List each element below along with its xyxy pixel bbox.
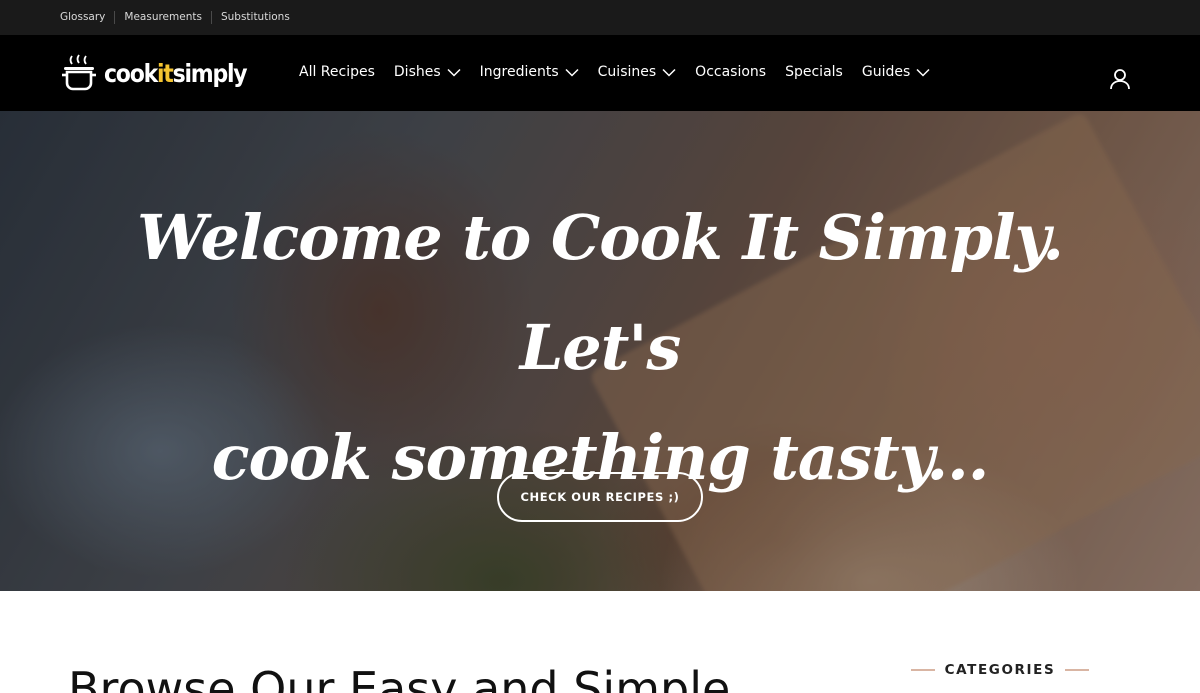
cooking-pot-icon bbox=[62, 54, 96, 91]
chevron-down-icon bbox=[447, 68, 461, 77]
logo-wordmark: cookitsimply bbox=[104, 58, 248, 88]
hero-title: Welcome to Cook It Simply. Let's cook so… bbox=[100, 183, 1100, 513]
site-logo[interactable]: cookitsimply bbox=[60, 53, 266, 93]
nav-item-cuisines[interactable]: Cuisines bbox=[598, 64, 677, 80]
nav-item-all-recipes[interactable]: All Recipes bbox=[299, 64, 375, 80]
chevron-down-icon bbox=[916, 68, 930, 77]
check-recipes-button[interactable]: CHECK OUR RECIPES ;) bbox=[497, 472, 703, 522]
nav-item-label: Dishes bbox=[393, 64, 441, 80]
logo-text-simply: simply bbox=[172, 58, 248, 88]
heading-divider-left bbox=[911, 669, 935, 671]
hero-title-line-1: Welcome to Cook It Simply. Let's bbox=[136, 201, 1064, 384]
nav-item-occasions[interactable]: Occasions bbox=[695, 64, 766, 80]
logo-text-it: it bbox=[156, 58, 174, 88]
nav-item-ingredients[interactable]: Ingredients bbox=[480, 64, 579, 80]
nav-item-label: Cuisines bbox=[597, 64, 657, 80]
nav-item-guides[interactable]: Guides bbox=[862, 64, 930, 80]
top-utility-bar: Glossary Measurements Substitutions bbox=[0, 0, 1200, 35]
nav-item-label: Guides bbox=[861, 64, 911, 80]
utility-links: Glossary Measurements Substitutions bbox=[60, 0, 299, 35]
nav-item-label: All Recipes bbox=[299, 64, 375, 80]
substitutions-link[interactable]: Substitutions bbox=[210, 11, 299, 24]
user-icon[interactable] bbox=[1108, 67, 1132, 91]
categories-heading-label: CATEGORIES bbox=[944, 662, 1056, 678]
glossary-link[interactable]: Glossary bbox=[60, 11, 114, 24]
measurements-link[interactable]: Measurements bbox=[114, 11, 211, 24]
chevron-down-icon bbox=[565, 68, 579, 77]
hero-banner: Welcome to Cook It Simply. Let's cook so… bbox=[0, 111, 1200, 591]
primary-menu: All Recipes Dishes Ingredients Cuisines … bbox=[299, 35, 949, 109]
chevron-down-icon bbox=[662, 68, 676, 77]
nav-item-dishes[interactable]: Dishes bbox=[394, 64, 461, 80]
nav-item-label: Occasions bbox=[695, 64, 767, 80]
browse-section-title: Browse Our Easy and Simple bbox=[68, 662, 731, 693]
heading-divider-right bbox=[1064, 669, 1089, 671]
nav-item-specials[interactable]: Specials bbox=[785, 64, 843, 80]
logo-text-cook: cook bbox=[104, 58, 158, 88]
categories-heading: CATEGORIES bbox=[911, 659, 1089, 681]
nav-item-label: Ingredients bbox=[479, 64, 559, 80]
nav-item-label: Specials bbox=[785, 64, 843, 80]
main-navbar: cookitsimply All Recipes Dishes Ingredie… bbox=[0, 35, 1200, 111]
